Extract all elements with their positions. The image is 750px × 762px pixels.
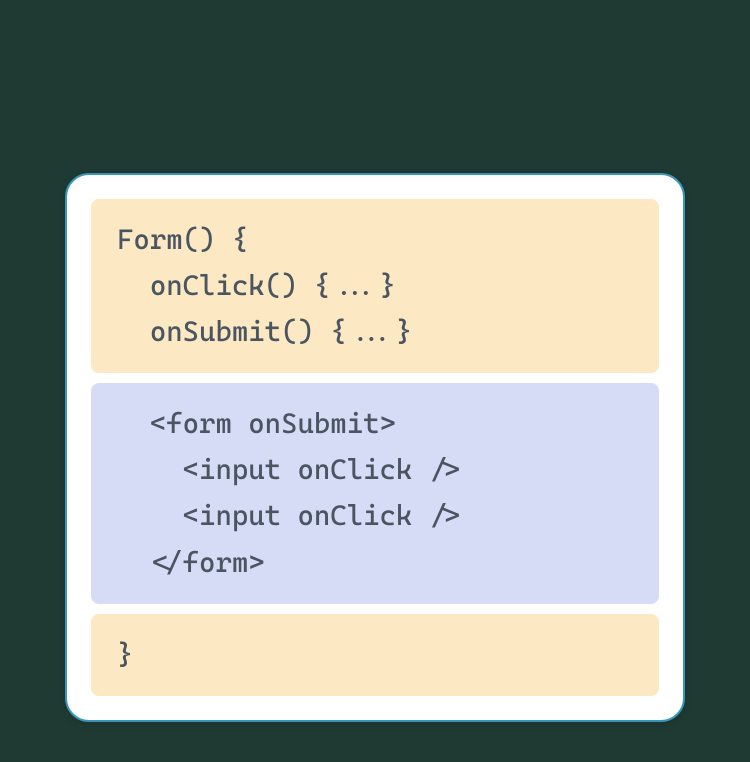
js-block-bottom: }: [91, 614, 659, 696]
js-block-top: Form() { onClick() {...} onSubmit() {...…: [91, 199, 659, 374]
spacer: [91, 604, 659, 614]
spacer: [91, 373, 659, 383]
jsx-block-middle: <form onSubmit> <input onClick /> <input…: [91, 383, 659, 604]
code-diagram-card: Form() { onClick() {...} onSubmit() {...…: [65, 173, 685, 723]
